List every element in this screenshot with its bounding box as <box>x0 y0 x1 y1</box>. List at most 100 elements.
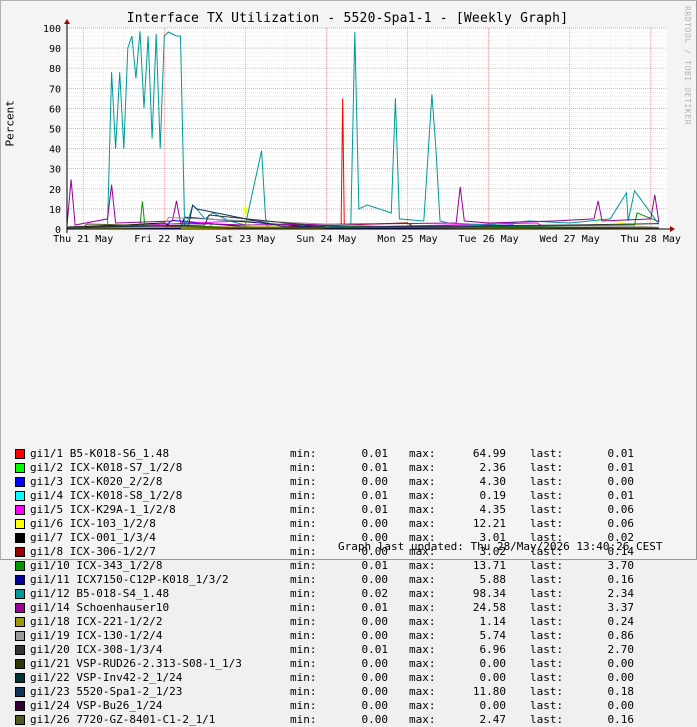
legend-min-value: 0.00 <box>348 671 388 684</box>
legend-entry: gi1/22 VSP-Inv42-2_1/24 min: 0.00 max: 0.00 l… <box>14 671 694 685</box>
legend-interface-name: gi1/12 B5-018-S4_1.48 <box>30 587 169 600</box>
y-axis-arrow <box>64 19 70 24</box>
x-tick-label: Tue 26 May <box>459 234 519 245</box>
legend-min-label: min: <box>290 531 317 544</box>
legend-swatch <box>15 505 25 515</box>
y-tick-label: 10 <box>49 205 61 216</box>
legend-last-value: 3.37 <box>594 601 634 614</box>
legend-max-label: max: <box>409 615 436 628</box>
legend-swatch <box>15 561 25 571</box>
legend-swatch <box>15 659 25 669</box>
legend-swatch <box>15 617 25 627</box>
legend-entry: gi1/3 ICX-K020_2/2/8min:0.00max:4.30last… <box>14 475 694 489</box>
legend-interface-name: gi1/22 VSP-Inv42-2_1/24 <box>30 671 182 684</box>
legend-min-value: 0.01 <box>348 559 388 572</box>
legend-last-value: 0.01 <box>594 489 634 502</box>
legend-min-value: 0.00 <box>348 573 388 586</box>
y-tick-label: 30 <box>49 165 61 176</box>
last-updated: Graph last updated: Thu 28/May/2026 13:4… <box>338 540 663 553</box>
legend-swatch <box>15 449 25 459</box>
legend-min-label: min: <box>290 517 317 530</box>
legend-min-value: 0.00 <box>348 517 388 530</box>
legend-swatch <box>15 603 25 613</box>
legend-max-value: 13.71 <box>466 559 506 572</box>
legend-interface-name: gi1/24 VSP-Bu26_1/24 <box>30 699 162 712</box>
legend-max-value: 64.99 <box>466 447 506 460</box>
legend-min-label: min: <box>290 657 317 670</box>
x-tick-label: Thu 28 May <box>621 234 681 245</box>
legend-interface-name: gi1/10 ICX-343_1/2/8 <box>30 559 162 572</box>
legend-min-label: min: <box>290 699 317 712</box>
legend-interface-name: gi1/23 5520-Spa1-2_1/23 <box>30 685 182 698</box>
legend-min-value: 0.01 <box>348 643 388 656</box>
legend-max-label: max: <box>409 685 436 698</box>
legend-entry: gi1/2 ICX-K018-S7_1/2/8min:0.01max:2.36l… <box>14 461 694 475</box>
legend-min-label: min: <box>290 643 317 656</box>
legend-entry: gi1/26 7720-GZ-8401-C1-2_1/1min:0.00max:… <box>14 713 694 727</box>
legend-min-value: 0.01 <box>348 601 388 614</box>
legend-min-label: min: <box>290 601 317 614</box>
legend-max-value: 0.00 <box>466 671 506 684</box>
y-tick-label: 20 <box>49 185 61 196</box>
legend-max-label: max: <box>409 699 436 712</box>
y-tick-label: 100 <box>43 24 61 35</box>
legend-min-value: 0.00 <box>348 713 388 726</box>
legend-swatch <box>15 701 25 711</box>
legend-last-value: 0.00 <box>594 475 634 488</box>
legend-min-label: min: <box>290 461 317 474</box>
legend-interface-name: gi1/1 B5-K018-S6_1.48 <box>30 447 169 460</box>
legend-last-label: last: <box>530 489 563 502</box>
legend-max-label: max: <box>409 461 436 474</box>
legend-interface-name: gi1/2 ICX-K018-S7_1/2/8 <box>30 461 182 474</box>
x-tick-label: Thu 21 May <box>53 234 113 245</box>
legend-entry: gi1/5 ICX-K29A-1_1/2/8min:0.01max:4.35la… <box>14 503 694 517</box>
legend-last-value: 0.01 <box>594 447 634 460</box>
y-tick-label: 50 <box>49 125 61 136</box>
legend-swatch <box>15 575 25 585</box>
legend-max-label: max: <box>409 643 436 656</box>
legend-entry: gi1/14 Schoenhauser10min:0.01max:24.58la… <box>14 601 694 615</box>
legend-last-label: last: <box>530 447 563 460</box>
legend-swatch <box>15 645 25 655</box>
legend-last-label: last: <box>530 503 563 516</box>
legend-last-label: last: <box>530 615 563 628</box>
legend-swatch <box>15 519 25 529</box>
legend-max-label: max: <box>409 671 436 684</box>
legend-entry: gi1/12 B5-018-S4_1.48min:0.02max:98.34la… <box>14 587 694 601</box>
legend-last-value: 3.70 <box>594 559 634 572</box>
x-tick-label: Mon 25 May <box>377 234 437 245</box>
legend-min-value: 0.01 <box>348 503 388 516</box>
legend-interface-name: gi1/11 ICX7150-C12P-K018_1/3/2 <box>30 573 229 586</box>
legend-last-value: 0.06 <box>594 503 634 516</box>
y-tick-label: 40 <box>49 145 61 156</box>
legend-interface-name: gi1/20 ICX-308-1/3/4 <box>30 643 162 656</box>
legend-min-label: min: <box>290 629 317 642</box>
legend-swatch <box>15 533 25 543</box>
legend-interface-name: gi1/6 ICX-103_1/2/8 <box>30 517 156 530</box>
legend-swatch <box>15 715 25 725</box>
legend-min-value: 0.00 <box>348 657 388 670</box>
legend-max-value: 5.74 <box>466 629 506 642</box>
legend-last-label: last: <box>530 671 563 684</box>
legend-max-value: 6.96 <box>466 643 506 656</box>
legend-interface-name: gi1/4 ICX-K018-S8_1/2/8 <box>30 489 182 502</box>
legend-min-label: min: <box>290 545 317 558</box>
legend-last-label: last: <box>530 713 563 726</box>
legend-max-value: 24.58 <box>466 601 506 614</box>
legend-interface-name: gi1/18 ICX-221-1/2/2 <box>30 615 162 628</box>
legend-interface-name: gi1/7 ICX-001_1/3/4 <box>30 531 156 544</box>
legend-max-label: max: <box>409 517 436 530</box>
legend-swatch <box>15 673 25 683</box>
legend-last-value: 0.86 <box>594 629 634 642</box>
legend-interface-name: gi1/21 VSP-RUD26-2.313-S08-1_1/3 <box>30 657 242 670</box>
legend-last-value: 0.00 <box>594 671 634 684</box>
legend-entry: gi1/18 ICX-221-1/2/2min:0.00max:1.14last… <box>14 615 694 629</box>
legend-entry: gi1/24 VSP-Bu26_1/24min:0.00max:0.00last… <box>14 699 694 713</box>
legend-max-value: 2.47 <box>466 713 506 726</box>
legend-min-label: min: <box>290 671 317 684</box>
legend-max-label: max: <box>409 503 436 516</box>
legend-interface-name: gi1/3 ICX-K020_2/2/8 <box>30 475 162 488</box>
legend-last-value: 0.00 <box>594 699 634 712</box>
legend-last-value: 0.00 <box>594 657 634 670</box>
legend-min-value: 0.01 <box>348 489 388 502</box>
